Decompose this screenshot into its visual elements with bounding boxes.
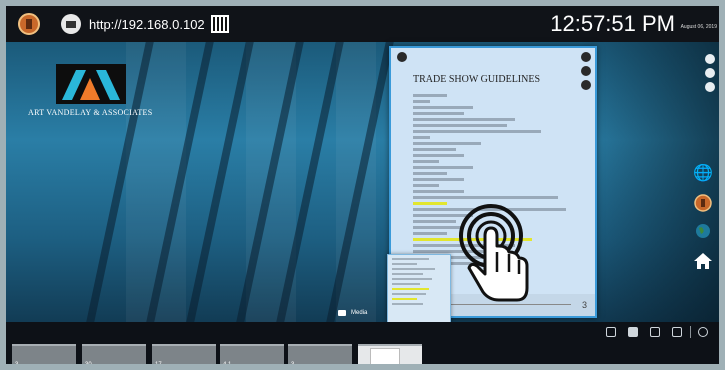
company-logo [56, 64, 126, 104]
background-image: ART VANDELAY & ASSOCIATES [6, 42, 719, 322]
router-icon [61, 14, 81, 34]
url-text: http://192.168.0.102 [89, 16, 205, 32]
thumbnail-strip: 3 30 17 4 1 3 [6, 342, 719, 364]
earth-icon[interactable] [694, 222, 712, 240]
camera-icon[interactable] [628, 327, 638, 337]
trash-icon[interactable] [705, 82, 715, 92]
document-tools [581, 52, 591, 90]
folder-icon [338, 310, 346, 316]
document-title: TRADE SHOW GUIDELINES [413, 74, 541, 85]
connection-url: http://192.168.0.102 [61, 13, 229, 35]
screen-frame: http://192.168.0.102 12:57:51 PM August … [0, 0, 725, 370]
clock: 12:57:51 PM [550, 11, 675, 36]
media-label: Media [351, 310, 368, 316]
top-bar: http://192.168.0.102 12:57:51 PM August … [6, 6, 719, 42]
save-icon[interactable] [397, 52, 407, 62]
edit-icon[interactable] [581, 66, 591, 76]
folder-thumbnail[interactable]: 17 [152, 344, 216, 364]
company-name: ART VANDELAY & ASSOCIATES [28, 108, 153, 117]
app-logo-icon[interactable] [18, 13, 40, 35]
bottom-toolbar [6, 322, 719, 342]
window-icon[interactable] [650, 327, 660, 337]
folder-thumbnail[interactable]: 4 1 [220, 344, 284, 364]
home-icon[interactable] [694, 252, 712, 270]
grid-icon[interactable] [606, 327, 616, 337]
print-icon[interactable] [672, 327, 682, 337]
globe-icon[interactable]: 🌐 [693, 164, 713, 182]
download-icon[interactable] [581, 52, 591, 62]
document-thumbnail[interactable] [358, 344, 422, 364]
add-icon[interactable] [705, 54, 715, 64]
pen-icon[interactable] [705, 68, 715, 78]
touch-gesture-icon [459, 204, 529, 302]
qr-code-icon[interactable] [210, 15, 229, 33]
page-number: 3 [581, 300, 587, 310]
settings-icon[interactable] [698, 327, 708, 337]
profile-icon[interactable] [694, 194, 712, 212]
folder-thumbnail[interactable]: 30 [82, 344, 146, 364]
media-button[interactable]: Media [338, 306, 367, 320]
delete-icon[interactable] [581, 80, 591, 90]
folder-thumbnail[interactable]: 3 [288, 344, 352, 364]
folder-thumbnail[interactable]: 3 [12, 344, 76, 364]
date: August 06, 2019 [680, 24, 717, 30]
